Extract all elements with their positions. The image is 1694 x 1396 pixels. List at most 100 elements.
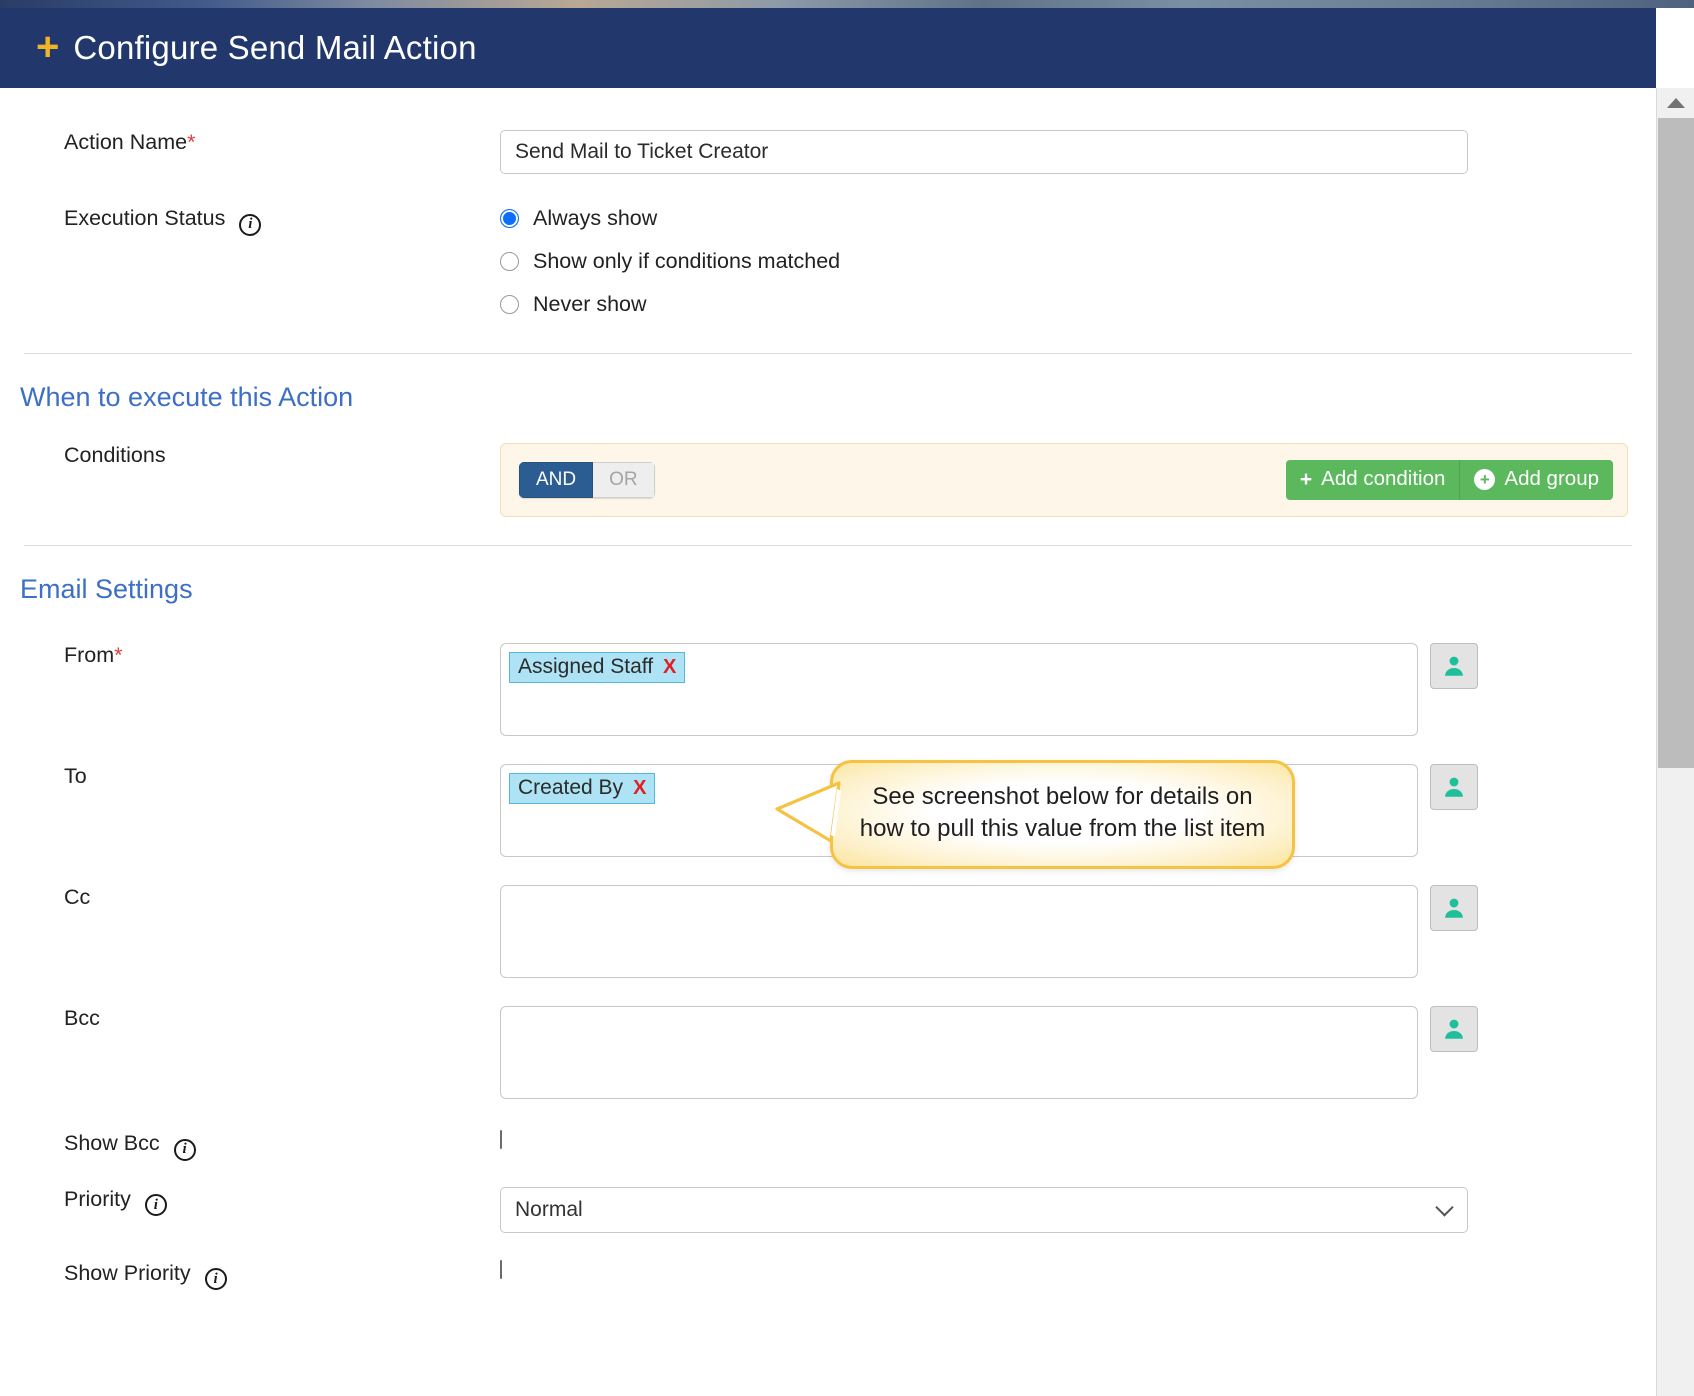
scrollbar-thumb[interactable] (1658, 118, 1694, 768)
token-chip[interactable]: Assigned Staff X (509, 652, 686, 683)
cc-label: Cc (64, 885, 91, 909)
scrollbar-track[interactable] (1658, 768, 1694, 1396)
person-icon (1445, 656, 1463, 676)
annotation-callout: See screenshot below for details on how … (775, 760, 1295, 870)
row-execution-status: Execution Status i Always show Show only… (0, 206, 1656, 335)
radio-never-show[interactable] (500, 295, 519, 314)
configure-send-mail-dialog: + Configure Send Mail Action Action Name… (0, 0, 1694, 1396)
execution-status-label: Execution Status (64, 206, 226, 230)
from-token-wrap: Assigned Staff X (500, 643, 1656, 736)
from-token-input[interactable]: Assigned Staff X (500, 643, 1418, 736)
conditions-builder-panel: AND OR + Add condition + Add group (500, 443, 1628, 517)
priority-label-wrap: Priority i (0, 1186, 500, 1216)
person-icon (1445, 898, 1463, 918)
to-label-wrap: To (0, 764, 500, 789)
cc-field-col (500, 885, 1656, 978)
show-bcc-checkbox[interactable] (500, 1130, 502, 1149)
show-priority-label-wrap: Show Priority i (0, 1260, 500, 1290)
bcc-field-col (500, 1006, 1656, 1099)
token-chip-label: Assigned Staff (518, 655, 654, 678)
row-priority: Priority i Normal (0, 1186, 1656, 1233)
priority-selected-value: Normal (515, 1197, 583, 1221)
row-show-priority: Show Priority i (0, 1259, 1656, 1290)
add-condition-button[interactable]: + Add condition (1285, 460, 1461, 500)
to-label: To (64, 764, 87, 788)
dialog-body: Action Name* Execution Status i Always s… (0, 88, 1656, 1396)
add-group-button[interactable]: + Add group (1460, 460, 1613, 500)
row-bcc: Bcc (0, 1006, 1656, 1099)
person-icon (1445, 777, 1463, 797)
radio-conditions-matched[interactable] (500, 252, 519, 271)
divider-1 (24, 353, 1632, 354)
section-heading-email: Email Settings (20, 574, 193, 604)
radio-always-show[interactable] (500, 209, 519, 228)
priority-select[interactable]: Normal (500, 1186, 1468, 1233)
required-asterisk: * (114, 643, 123, 667)
radio-label-conditions-matched: Show only if conditions matched (533, 249, 841, 273)
bcc-token-wrap (500, 1006, 1656, 1099)
from-field-col: Assigned Staff X (500, 643, 1656, 736)
row-action-name: Action Name* (0, 130, 1656, 174)
bcc-token-input[interactable] (500, 1006, 1418, 1099)
annotation-callout-text: See screenshot below for details on how … (859, 783, 1266, 842)
radio-option-always-show[interactable]: Always show (500, 206, 1656, 231)
cc-token-wrap (500, 885, 1656, 978)
priority-label: Priority (64, 1186, 131, 1211)
add-group-label: Add group (1504, 467, 1599, 491)
token-chip[interactable]: Created By X (509, 773, 656, 804)
row-cc: Cc (0, 885, 1656, 978)
row-conditions: Conditions AND OR + Add condition + Add … (0, 443, 1656, 517)
info-icon[interactable]: i (204, 1268, 227, 1290)
radio-option-conditions-matched[interactable]: Show only if conditions matched (500, 249, 1656, 274)
conditions-field-col: AND OR + Add condition + Add group (500, 443, 1656, 517)
row-show-bcc: Show Bcc i (0, 1130, 1656, 1161)
required-asterisk: * (187, 130, 196, 154)
action-name-input[interactable] (500, 130, 1468, 174)
radio-option-never-show[interactable]: Never show (500, 292, 1656, 317)
show-priority-field-col (500, 1259, 1656, 1279)
from-label: From (64, 643, 115, 667)
from-person-picker-button[interactable] (1430, 643, 1478, 689)
show-priority-checkbox[interactable] (500, 1259, 502, 1279)
execution-status-options: Always show Show only if conditions matc… (500, 206, 1656, 335)
radio-label-never-show: Never show (533, 292, 647, 316)
show-bcc-label-wrap: Show Bcc i (0, 1131, 500, 1161)
action-name-field-col (500, 130, 1656, 174)
logic-toggle-and[interactable]: AND (519, 462, 594, 498)
from-label-wrap: From* (0, 643, 500, 668)
bcc-person-picker-button[interactable] (1430, 1006, 1478, 1052)
vertical-scrollbar[interactable] (1656, 88, 1694, 1396)
info-icon[interactable]: i (173, 1138, 196, 1161)
to-person-picker-button[interactable] (1430, 764, 1478, 810)
logic-toggle-or[interactable]: OR (593, 462, 655, 498)
cc-token-input[interactable] (500, 885, 1418, 978)
show-priority-label: Show Priority (64, 1260, 191, 1285)
callout-tail-icon (775, 781, 841, 843)
close-icon[interactable]: X (663, 656, 676, 679)
divider-2 (24, 545, 1632, 546)
bcc-label: Bcc (64, 1006, 100, 1030)
dialog-header: + Configure Send Mail Action (0, 8, 1656, 88)
action-name-label-wrap: Action Name* (0, 130, 500, 155)
chevron-down-icon (1435, 1197, 1454, 1217)
plus-icon: + (1299, 468, 1313, 491)
row-from: From* Assigned Staff X (0, 643, 1656, 736)
show-bcc-label: Show Bcc (64, 1131, 160, 1155)
radio-label-always-show: Always show (533, 206, 658, 230)
action-name-label: Action Name (64, 130, 188, 154)
plus-circle-icon: + (1474, 469, 1496, 490)
close-icon[interactable]: X (633, 777, 646, 800)
plus-icon: + (36, 24, 60, 69)
token-chip-label: Created By (518, 776, 624, 799)
info-icon[interactable]: i (239, 213, 262, 236)
condition-actions: + Add condition + Add group (1285, 460, 1613, 500)
bcc-label-wrap: Bcc (0, 1006, 500, 1031)
execution-status-label-wrap: Execution Status i (0, 206, 500, 236)
dialog-title: Configure Send Mail Action (73, 29, 477, 66)
show-bcc-field-col (500, 1130, 1656, 1149)
cc-person-picker-button[interactable] (1430, 885, 1478, 931)
info-icon[interactable]: i (144, 1194, 167, 1216)
caret-up-icon[interactable] (1657, 88, 1694, 118)
conditions-label: Conditions (64, 443, 166, 467)
person-icon (1445, 1019, 1463, 1039)
